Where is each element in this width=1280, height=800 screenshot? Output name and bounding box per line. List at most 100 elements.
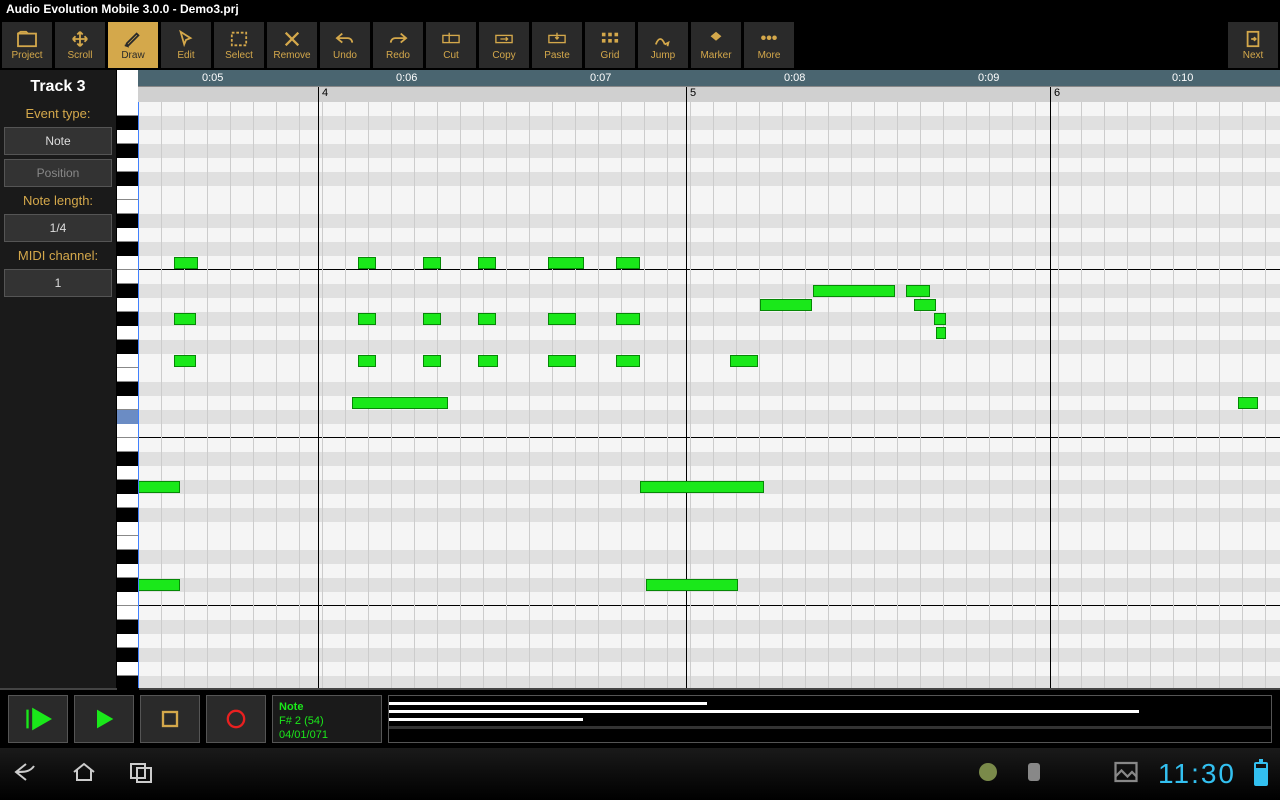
midi-note[interactable] xyxy=(760,299,812,311)
project-button[interactable]: Project xyxy=(2,22,52,68)
midi-note[interactable] xyxy=(358,355,376,367)
position-button[interactable]: Position xyxy=(4,159,112,187)
recent-apps-icon[interactable] xyxy=(128,760,156,789)
status-debug-icon xyxy=(1020,760,1048,789)
midi-note[interactable] xyxy=(548,313,576,325)
time-tick: 0:06 xyxy=(396,72,417,84)
midi-note[interactable] xyxy=(423,257,441,269)
midi-note[interactable] xyxy=(352,397,448,409)
paste-button[interactable]: Paste xyxy=(532,22,582,68)
redo-button[interactable]: Redo xyxy=(373,22,423,68)
piano-keys[interactable]: C4C3C2C1 xyxy=(116,70,138,688)
select-button[interactable]: Select xyxy=(214,22,264,68)
midi-note[interactable] xyxy=(813,285,895,297)
midi-note[interactable] xyxy=(934,313,946,325)
midi-note[interactable] xyxy=(914,299,936,311)
home-icon[interactable] xyxy=(70,760,98,789)
edit-button[interactable]: Edit xyxy=(161,22,211,68)
main-area: Track 3 Event type: Note Position Note l… xyxy=(0,70,1280,688)
stop-button[interactable] xyxy=(140,695,200,743)
title-bar: Audio Evolution Mobile 3.0.0 - Demo3.prj xyxy=(0,0,1280,20)
midi-note[interactable] xyxy=(936,327,946,339)
midi-note[interactable] xyxy=(646,579,738,591)
scroll-button[interactable]: Scroll xyxy=(55,22,105,68)
bar-marker: 4 xyxy=(318,87,328,103)
more-label: More xyxy=(758,50,781,61)
track-name: Track 3 xyxy=(4,74,112,100)
midi-note[interactable] xyxy=(423,313,441,325)
time-tick: 0:08 xyxy=(784,72,805,84)
more-button[interactable]: •••More xyxy=(744,22,794,68)
redo-label: Redo xyxy=(386,50,410,61)
time-tick: 0:09 xyxy=(978,72,999,84)
remove-button[interactable]: Remove xyxy=(267,22,317,68)
note-button[interactable]: Note xyxy=(4,127,112,155)
octave-label: C4 xyxy=(119,143,131,153)
battery-icon xyxy=(1254,762,1268,786)
play-button[interactable] xyxy=(74,695,134,743)
undo-button[interactable]: Undo xyxy=(320,22,370,68)
cut-label: Cut xyxy=(443,50,459,61)
midi-note[interactable] xyxy=(906,285,930,297)
midi-note[interactable] xyxy=(478,313,496,325)
jump-button[interactable]: Jump xyxy=(638,22,688,68)
midi-note[interactable] xyxy=(730,355,758,367)
grid-button[interactable]: Grid xyxy=(585,22,635,68)
midi-note[interactable] xyxy=(138,579,180,591)
midi-note[interactable] xyxy=(423,355,441,367)
marker-button[interactable]: Marker xyxy=(691,22,741,68)
remove-label: Remove xyxy=(273,50,310,61)
midi-note[interactable] xyxy=(358,313,376,325)
edit-label: Edit xyxy=(177,50,194,61)
scroll-label: Scroll xyxy=(67,50,92,61)
copy-label: Copy xyxy=(492,50,515,61)
toolbar: Project Scroll Draw Edit Select Remove Undo Red… xyxy=(0,20,1280,70)
midi-note[interactable] xyxy=(358,257,376,269)
midi-note[interactable] xyxy=(548,355,576,367)
midi-note[interactable] xyxy=(616,257,640,269)
draw-button[interactable]: Draw xyxy=(108,22,158,68)
midi-note[interactable] xyxy=(174,257,198,269)
marker-label: Marker xyxy=(700,50,731,61)
midi-note[interactable] xyxy=(478,355,498,367)
midi-note[interactable] xyxy=(616,355,640,367)
time-ruler[interactable]: 456 0:050:060:070:080:090:10 xyxy=(138,70,1280,102)
paste-label: Paste xyxy=(544,50,570,61)
midi-note[interactable] xyxy=(640,481,764,493)
play-start-button[interactable] xyxy=(8,695,68,743)
midi-note[interactable] xyxy=(1238,397,1258,409)
status-android-icon xyxy=(974,760,1002,789)
midi-channel-button[interactable]: 1 xyxy=(4,269,112,297)
midi-note[interactable] xyxy=(478,257,496,269)
cut-button[interactable]: Cut xyxy=(426,22,476,68)
note-info: Note F# 2 (54) 04/01/071 xyxy=(272,695,382,743)
status-usb-icon xyxy=(1066,760,1094,789)
note-length-label: Note length: xyxy=(4,191,112,210)
midi-note[interactable] xyxy=(174,313,196,325)
back-icon[interactable] xyxy=(12,760,40,789)
grid-area[interactable] xyxy=(138,102,1280,688)
time-tick: 0:10 xyxy=(1172,72,1193,84)
time-tick: 0:05 xyxy=(202,72,223,84)
midi-note[interactable] xyxy=(548,257,584,269)
status-image-icon xyxy=(1112,760,1140,789)
record-button[interactable] xyxy=(206,695,266,743)
minimap[interactable] xyxy=(388,695,1272,743)
midi-note[interactable] xyxy=(138,481,180,493)
octave-label: C1 xyxy=(119,647,131,657)
project-label: Project xyxy=(11,50,42,61)
octave-label: C2 xyxy=(119,479,131,489)
midi-note[interactable] xyxy=(616,313,640,325)
android-nav-bar: 11:30 xyxy=(0,748,1280,800)
bar-marker: 5 xyxy=(686,87,696,103)
status-clock: 11:30 xyxy=(1158,758,1236,790)
time-tick: 0:07 xyxy=(590,72,611,84)
midi-note[interactable] xyxy=(174,355,196,367)
piano-roll[interactable]: 456 0:050:060:070:080:090:10 xyxy=(138,70,1280,688)
grid-label: Grid xyxy=(601,50,620,61)
next-button[interactable]: Next xyxy=(1228,22,1278,68)
copy-button[interactable]: Copy xyxy=(479,22,529,68)
note-length-button[interactable]: 1/4 xyxy=(4,214,112,242)
note-info-l2: F# 2 (54) xyxy=(279,714,375,728)
event-type-label: Event type: xyxy=(4,104,112,123)
